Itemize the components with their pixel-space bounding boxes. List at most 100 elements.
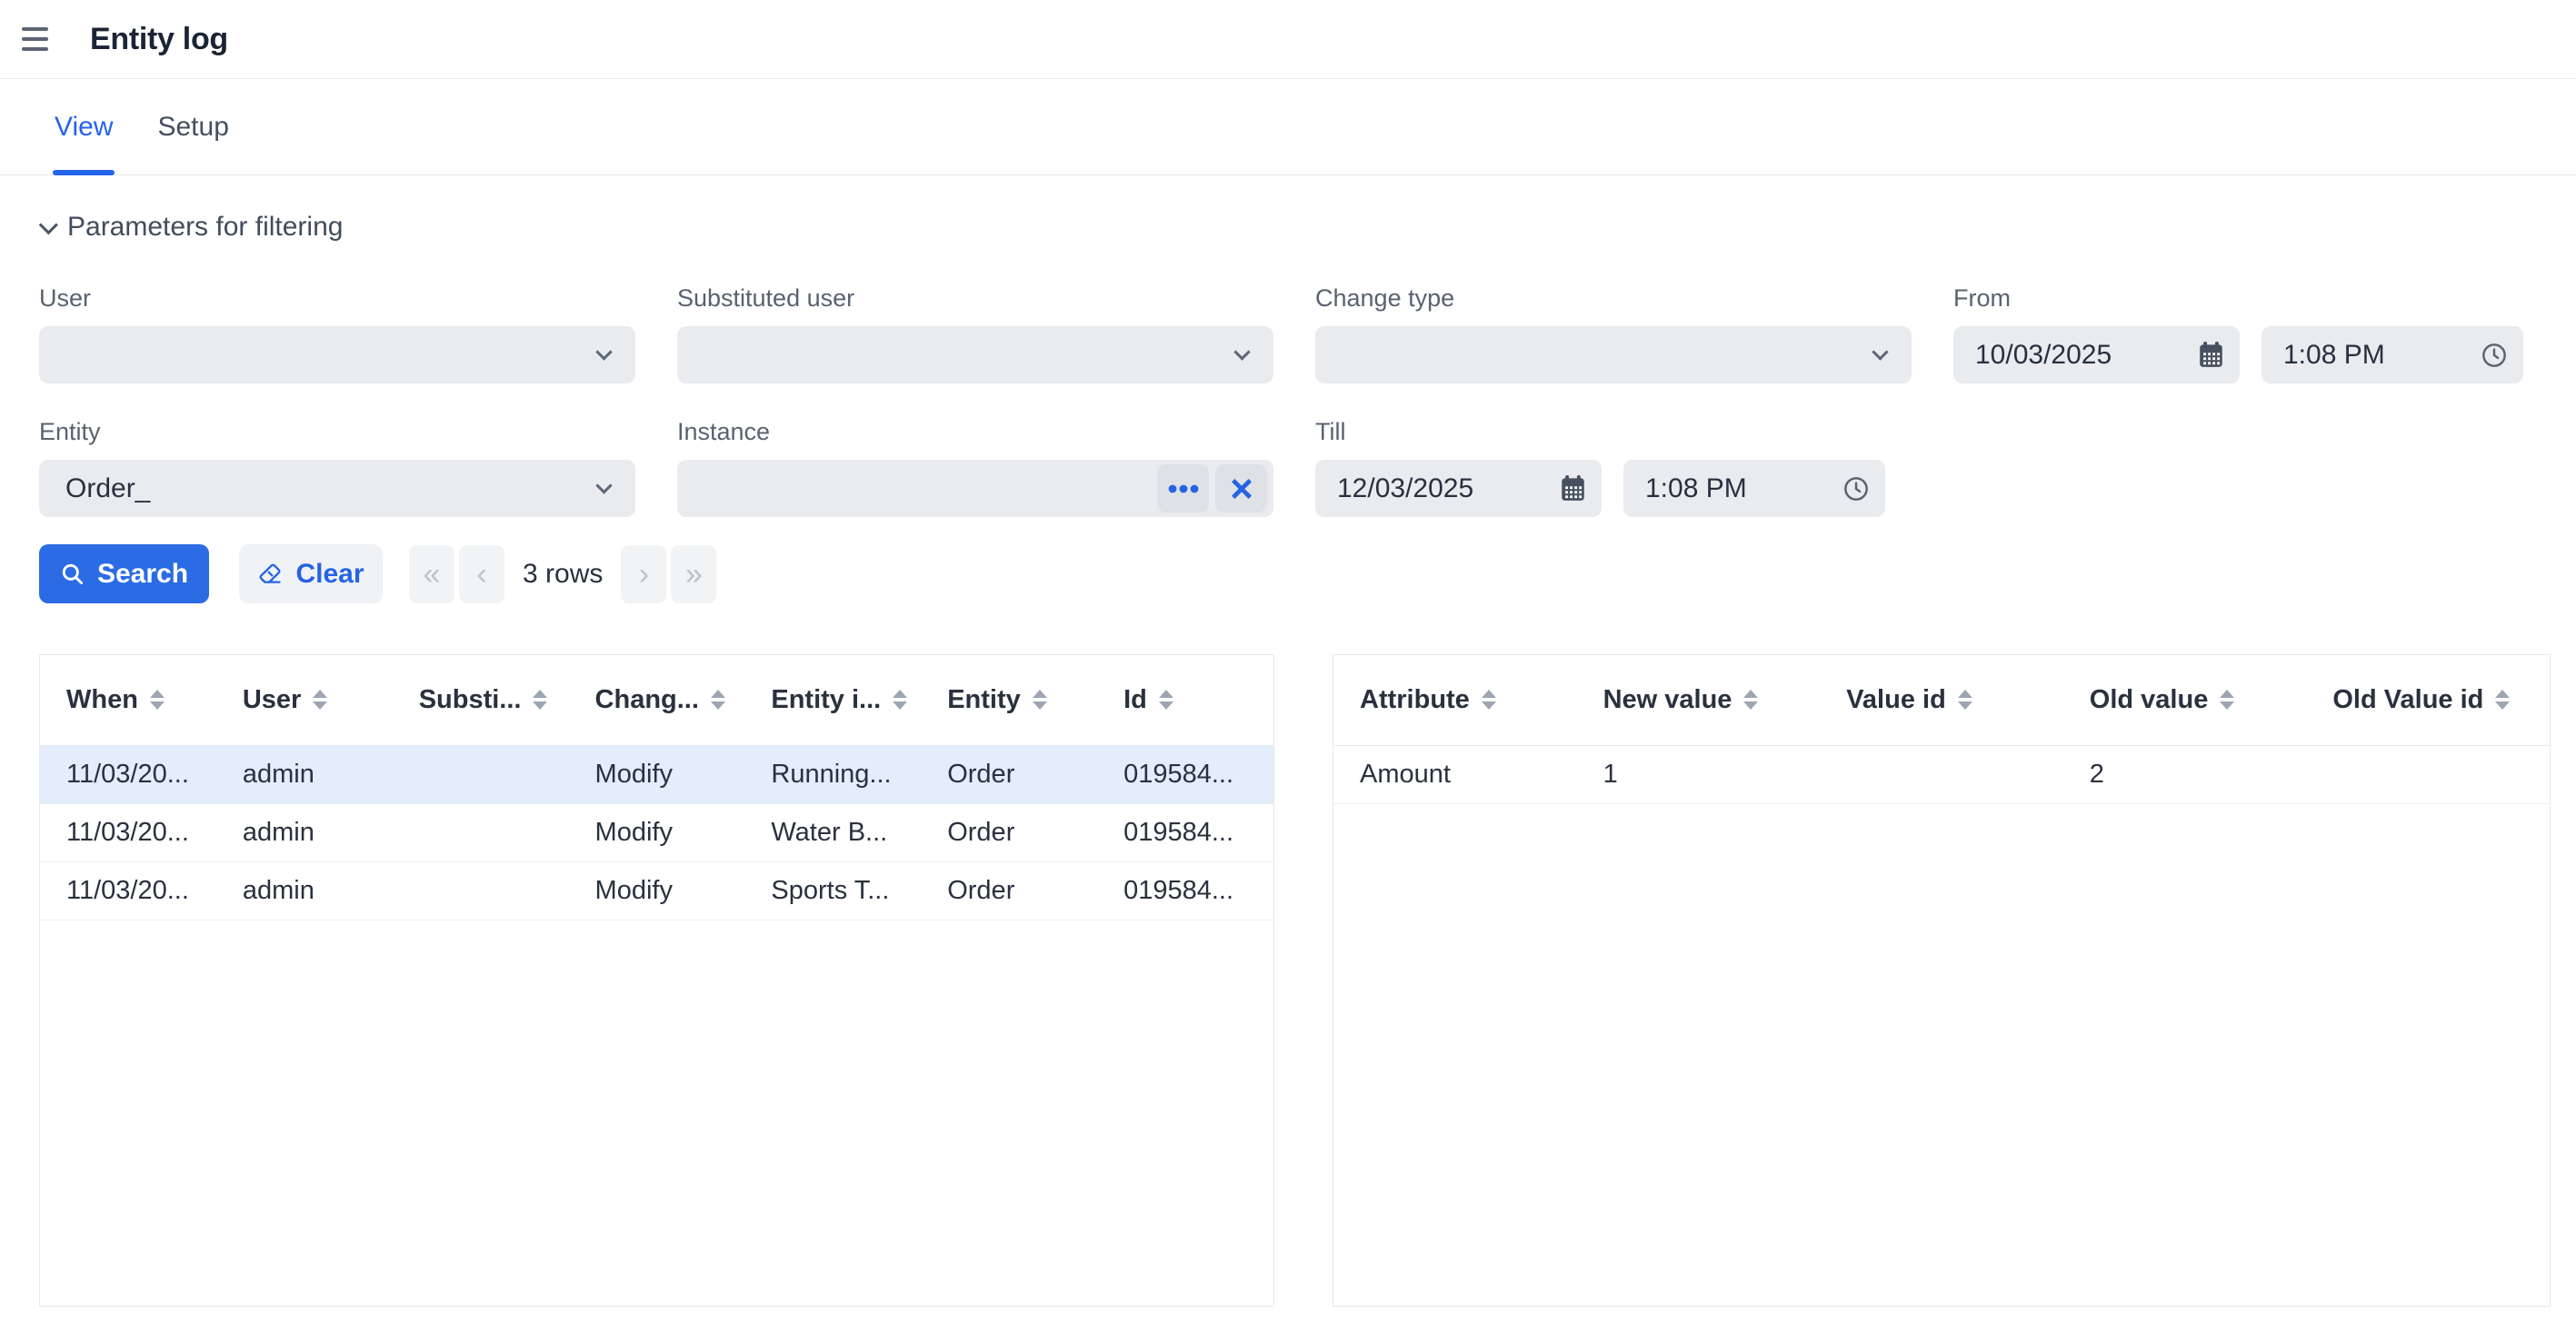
first-page-button[interactable]: « [409, 544, 454, 603]
instance-input[interactable] [677, 460, 1273, 517]
sort-icon[interactable] [1743, 690, 1759, 711]
till-date-input[interactable]: 12/03/2025 [1315, 460, 1602, 517]
cell: Amount [1333, 745, 1577, 804]
sort-icon[interactable] [2495, 690, 2511, 711]
sort-icon[interactable] [533, 690, 548, 711]
tables-area: When User Substi... Chang... Entity i... Enti… [39, 654, 2551, 1307]
column-label: Value id [1846, 684, 1946, 714]
instance-picker-button[interactable] [1157, 464, 1209, 512]
entity-label: Entity [39, 418, 101, 445]
filter-section-toggle[interactable]: Parameters for filtering [38, 212, 343, 243]
column-label: Chang... [594, 684, 699, 714]
cell: admin [215, 803, 393, 862]
entity-field-group: Entity Order_ [39, 418, 635, 517]
cell: 1 [1576, 745, 1821, 804]
cell: 11/03/20... [40, 861, 216, 920]
cell: 019584... [1097, 861, 1273, 920]
till-date-value: 12/03/2025 [1337, 472, 1474, 503]
last-page-button[interactable]: » [671, 544, 717, 603]
column-header[interactable]: New value [1576, 655, 1821, 746]
calendar-icon [1562, 475, 1584, 501]
sort-icon[interactable] [710, 690, 725, 711]
instance-label: Instance [677, 418, 771, 445]
app-bar: Entity log [0, 0, 2576, 79]
sort-icon[interactable] [1957, 690, 1972, 711]
cell: 019584... [1097, 745, 1273, 804]
cell: 2 [2062, 745, 2307, 804]
sort-icon[interactable] [313, 690, 328, 711]
change-type-field-group: Change type [1315, 284, 1912, 383]
substituted-user-field-group: Substituted user [677, 284, 1273, 383]
substituted-user-select[interactable] [677, 326, 1273, 383]
table-row[interactable]: Amount 1 2 [1333, 745, 2550, 804]
column-header[interactable]: Entity [921, 655, 1098, 746]
column-label: Entity [947, 684, 1021, 714]
clock-icon [2482, 343, 2506, 367]
column-header[interactable]: Value id [1820, 655, 2063, 746]
column-label: Id [1123, 684, 1147, 714]
table-row[interactable]: 11/03/20... admin Modify Water B... Order 019… [40, 803, 1273, 862]
tab-view[interactable]: View [52, 79, 115, 175]
entity-log-page: Entity log View Setup Parameters for fil… [0, 0, 2576, 1323]
from-time-input[interactable]: 1:08 PM [2261, 326, 2523, 383]
search-button-label: Search [96, 558, 189, 589]
cell [392, 803, 569, 862]
user-label: User [39, 284, 92, 312]
cell [392, 745, 569, 804]
column-header[interactable]: Attribute [1333, 655, 1577, 746]
column-header[interactable]: User [215, 655, 393, 746]
table-row[interactable]: 11/03/20... admin Modify Sports T... Order 01… [40, 861, 1273, 920]
change-type-select[interactable] [1315, 326, 1912, 383]
tab-bar: View Setup [0, 79, 2576, 175]
sort-icon[interactable] [1158, 690, 1173, 711]
pagination: « ‹ 3 rows › » [409, 544, 717, 603]
sort-icon[interactable] [893, 690, 908, 711]
chevron-down-icon [595, 343, 613, 361]
prev-page-button[interactable]: ‹ [459, 544, 504, 603]
sort-icon[interactable] [1032, 690, 1047, 711]
sort-icon[interactable] [1481, 690, 1496, 711]
search-button[interactable]: Search [39, 544, 209, 603]
table-row[interactable]: 11/03/20... admin Modify Running... Order 019… [40, 745, 1273, 804]
column-header[interactable]: Substi... [392, 655, 569, 746]
eraser-icon [260, 563, 282, 583]
close-x-icon [1231, 478, 1252, 499]
column-header[interactable]: Old value [2062, 655, 2307, 746]
toolbar: Search Clear « ‹ 3 rows › » [39, 544, 2576, 603]
cell: Order [921, 803, 1098, 862]
calendar-icon [2200, 342, 2222, 367]
till-field-group: Till 12/03/2025 1:08 PM [1315, 418, 1912, 517]
clear-button-label: Clear [295, 558, 364, 589]
cell: 11/03/20... [40, 745, 216, 804]
hamburger-menu-icon[interactable] [22, 20, 60, 58]
cell: Running... [744, 745, 922, 804]
user-select[interactable] [39, 326, 635, 383]
sort-icon[interactable] [149, 690, 165, 711]
sort-icon[interactable] [2220, 690, 2235, 711]
cell: admin [215, 745, 393, 804]
column-header[interactable]: When [40, 655, 216, 746]
column-header[interactable]: Id [1097, 655, 1273, 746]
till-time-input[interactable]: 1:08 PM [1623, 460, 1885, 517]
column-header[interactable]: Old Value id [2306, 655, 2550, 746]
column-label: User [242, 684, 302, 714]
instance-clear-button[interactable] [1215, 464, 1267, 512]
cell: 11/03/20... [40, 803, 216, 862]
chevron-down-icon [1233, 343, 1251, 361]
clock-icon [1844, 476, 1868, 501]
column-header[interactable]: Chang... [568, 655, 745, 746]
column-label: Old Value id [2332, 684, 2484, 714]
column-label: Old value [2089, 684, 2209, 714]
entity-select[interactable]: Order_ [39, 460, 635, 517]
till-label: Till [1315, 418, 1346, 445]
column-header[interactable]: Entity i... [744, 655, 922, 746]
cell: Order [921, 861, 1098, 920]
cell: Modify [568, 861, 745, 920]
from-time-value: 1:08 PM [2283, 339, 2385, 370]
tab-setup[interactable]: Setup [157, 79, 228, 174]
clear-button[interactable]: Clear [239, 544, 383, 603]
search-icon [62, 563, 84, 585]
from-date-input[interactable]: 10/03/2025 [1953, 326, 2240, 383]
next-page-button[interactable]: › [621, 544, 667, 603]
cell: Order [921, 745, 1098, 804]
